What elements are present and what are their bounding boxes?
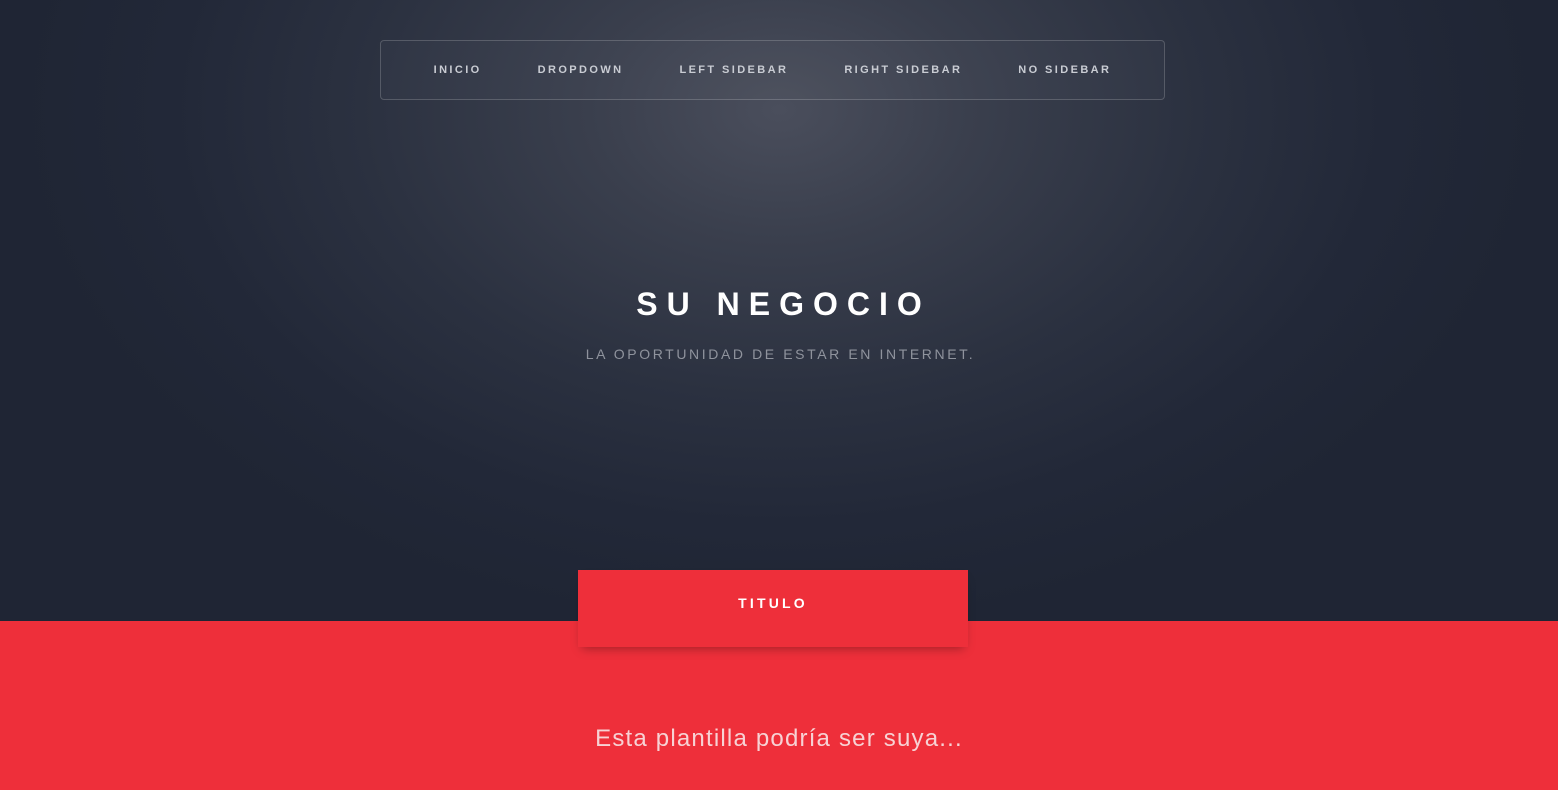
section-title: TITULO — [738, 595, 808, 611]
tab-connector — [578, 621, 968, 647]
nav-item-no-sidebar[interactable]: NO SIDEBAR — [990, 64, 1139, 76]
nav-item-left-sidebar[interactable]: LEFT SIDEBAR — [651, 64, 816, 76]
nav-item-inicio[interactable]: INICIO — [406, 64, 510, 76]
main-nav: INICIO DROPDOWN LEFT SIDEBAR RIGHT SIDEB… — [380, 40, 1165, 100]
hero-subtitle: LA OPORTUNIDAD DE ESTAR EN INTERNET. — [585, 346, 976, 362]
nav-item-dropdown[interactable]: DROPDOWN — [510, 64, 652, 76]
section-text: Esta plantilla podría ser suya... — [595, 725, 963, 752]
nav-item-right-sidebar[interactable]: RIGHT SIDEBAR — [816, 64, 990, 76]
hero-title: SU NEGOCIO — [636, 286, 931, 322]
hero-section: INICIO DROPDOWN LEFT SIDEBAR RIGHT SIDEB… — [0, 0, 1558, 621]
